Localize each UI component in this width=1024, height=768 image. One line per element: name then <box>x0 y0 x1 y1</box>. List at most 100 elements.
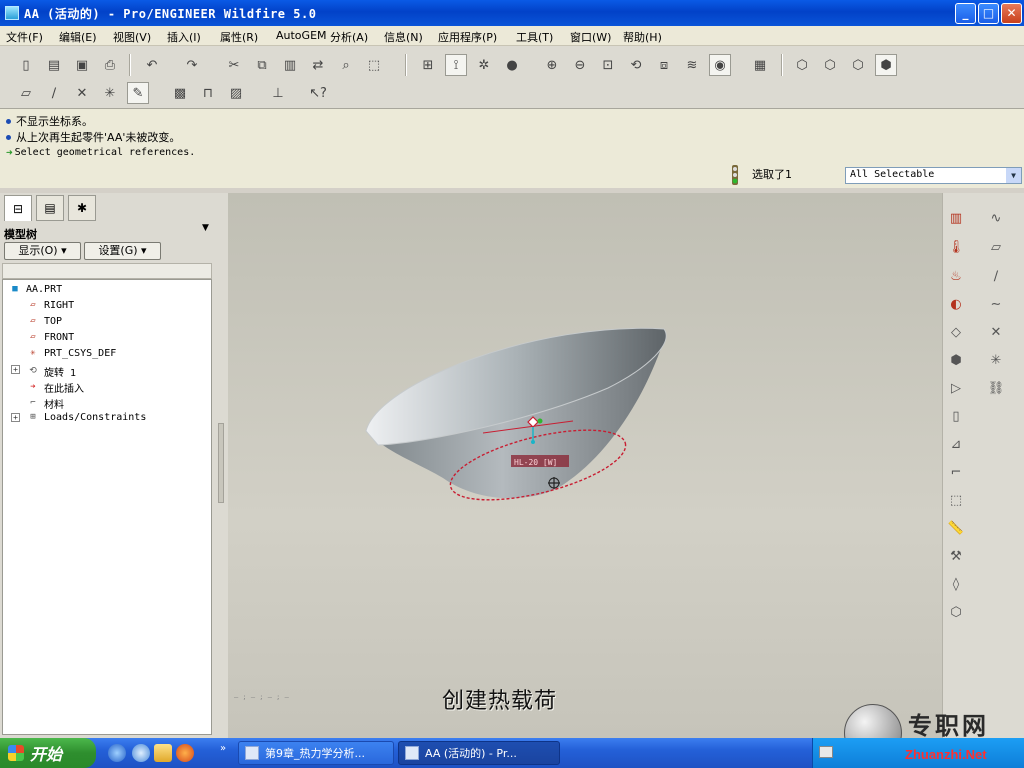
datum-axis-tool-icon[interactable]: ∕ <box>985 265 1007 287</box>
beam-icon[interactable]: ▷ <box>945 377 967 399</box>
menu-properties[interactable]: 属性(R) <box>220 29 258 45</box>
new-file-icon[interactable]: ▯ <box>15 54 37 76</box>
spring-icon[interactable]: ⊿ <box>945 433 967 455</box>
print-icon[interactable]: ⎙ <box>99 54 121 76</box>
tree-item-top[interactable]: ▱ TOP <box>27 316 62 327</box>
minimize-button[interactable]: _ <box>955 3 976 24</box>
shell-icon[interactable]: ◇ <box>945 321 967 343</box>
assembly-icon[interactable]: ⊓ <box>197 82 219 104</box>
menu-file[interactable]: 文件(F) <box>6 29 43 45</box>
material-assign-icon[interactable]: ⌐ <box>945 461 967 483</box>
tab-model-tree[interactable]: ⊟ <box>4 195 32 221</box>
tree-item-revolve[interactable]: + ⟲ 旋转 1 <box>11 364 76 379</box>
menu-applications[interactable]: 应用程序(P) <box>438 29 497 45</box>
sketch-tool-icon[interactable]: ✎ <box>127 82 149 104</box>
shaded-icon[interactable]: ⬢ <box>875 54 897 76</box>
zoom-in-icon[interactable]: ⊕ <box>541 54 563 76</box>
temperature-icon[interactable]: 🌡 <box>945 236 967 258</box>
menu-edit[interactable]: 编辑(E) <box>59 29 97 45</box>
tree-item-right[interactable]: ▱ RIGHT <box>27 300 74 311</box>
spin-center-icon[interactable]: ✲ <box>473 54 495 76</box>
datum-axis-tool-icon[interactable]: ∕ <box>43 82 65 104</box>
cut-icon[interactable]: ✂ <box>223 54 245 76</box>
tree-item-loads[interactable]: + ⊞ Loads/Constraints <box>11 412 146 423</box>
connection-icon[interactable]: ⬡ <box>945 601 967 623</box>
csys-tool-icon[interactable]: ✳ <box>99 82 121 104</box>
menu-insert[interactable]: 插入(I) <box>167 29 201 45</box>
zoom-out-icon[interactable]: ⊖ <box>569 54 591 76</box>
open-folder-icon[interactable]: ▤ <box>43 54 65 76</box>
reorient-icon[interactable]: ⟲ <box>625 54 647 76</box>
copy-icon[interactable]: ⧉ <box>251 54 273 76</box>
bowl-model[interactable] <box>228 193 942 738</box>
maximize-button[interactable]: □ <box>978 3 999 24</box>
paste-special-icon[interactable]: ⇄ <box>307 54 329 76</box>
task-button-proe[interactable]: AA (活动的) - Pr... <box>398 741 560 765</box>
panel-menu-icon[interactable]: ▼ <box>202 223 209 233</box>
save-icon[interactable]: ▣ <box>71 54 93 76</box>
menu-window[interactable]: 窗口(W) <box>570 29 611 45</box>
menu-autogem[interactable]: AutoGEM <box>276 29 327 42</box>
datum-plane-tool-icon[interactable]: ▱ <box>985 236 1007 258</box>
keyboard-icon[interactable] <box>819 746 833 758</box>
expand-icon[interactable]: + <box>11 365 20 374</box>
wireframe-icon[interactable]: ⬡ <box>791 54 813 76</box>
show-button[interactable]: 显示(O) ▾ <box>4 242 81 260</box>
tree-item-csys[interactable]: ✳ PRT_CSYS_DEF <box>27 348 116 359</box>
regenerate-icon[interactable]: ⊞ <box>417 54 439 76</box>
chain-icon[interactable]: ⛓ <box>985 377 1007 399</box>
menu-info[interactable]: 信息(N) <box>384 29 423 45</box>
menu-analysis[interactable]: 分析(A) <box>330 29 368 45</box>
selection-filter-select[interactable]: All Selectable ▼ <box>845 167 1022 184</box>
settings-button[interactable]: 设置(G) ▾ <box>84 242 161 260</box>
material-orientation-icon[interactable]: ⬚ <box>945 489 967 511</box>
datum-point-tool-icon[interactable]: ✕ <box>71 82 93 104</box>
graphics-viewport[interactable]: HL-20 [W] — ; — ; — ; — 创建热载荷 <box>228 193 942 738</box>
tab-folder-browser[interactable]: ▤ <box>36 195 64 221</box>
surface-region-icon[interactable]: ▯ <box>945 405 967 427</box>
title-bar[interactable]: AA (活动的) - Pro/ENGINEER Wildfire 5.0 _ □… <box>0 0 1024 26</box>
sketch-curve-icon[interactable]: ∼ <box>985 293 1007 315</box>
convection-icon[interactable]: ♨ <box>945 265 967 287</box>
menu-help[interactable]: 帮助(H) <box>623 29 662 45</box>
find-icon[interactable]: ⌕ <box>335 54 357 76</box>
layers-icon[interactable]: ≋ <box>681 54 703 76</box>
model-setup-icon[interactable]: ⊥ <box>267 82 289 104</box>
refit-icon[interactable]: ⊡ <box>597 54 619 76</box>
view-manager-icon[interactable]: ▦ <box>749 54 771 76</box>
tree-item-material[interactable]: ⌐ 材料 <box>27 396 64 411</box>
appearance-icon[interactable]: ◉ <box>709 54 731 76</box>
expand-icon[interactable]: + <box>11 413 20 422</box>
expand-chevron-icon[interactable]: » <box>220 743 226 754</box>
close-button[interactable]: ✕ <box>1001 3 1022 24</box>
datum-plane-tool-icon[interactable]: ▱ <box>15 82 37 104</box>
idealization-icon[interactable]: ◊ <box>945 573 967 595</box>
simulation-icon[interactable]: ⚒ <box>945 545 967 567</box>
radiation-icon[interactable]: ◐ <box>945 293 967 315</box>
browser-icon[interactable] <box>132 744 150 762</box>
folder-icon[interactable] <box>154 744 172 762</box>
task-button-chapter9[interactable]: 第9章_热力学分析... <box>238 741 394 765</box>
context-help-icon[interactable]: ↖? <box>307 82 329 104</box>
splitter-handle[interactable] <box>218 423 224 503</box>
datum-display-icon[interactable]: ⟟ <box>445 54 467 76</box>
datum-point-tool-icon[interactable]: ✕ <box>985 321 1007 343</box>
shading-icon[interactable]: ● <box>501 54 523 76</box>
paste-icon[interactable]: ▥ <box>279 54 301 76</box>
results-icon[interactable]: ▨ <box>225 82 247 104</box>
panel-splitter[interactable] <box>216 193 228 738</box>
heat-load-icon[interactable]: ▥ <box>945 207 967 229</box>
start-button[interactable]: 开始 <box>0 738 96 768</box>
curve-icon[interactable]: ∿ <box>985 207 1007 229</box>
measure-icon[interactable]: 📏 <box>945 517 967 539</box>
select-box-icon[interactable]: ⬚ <box>363 54 385 76</box>
undo-icon[interactable]: ↶ <box>141 54 163 76</box>
menu-tools[interactable]: 工具(T) <box>516 29 553 45</box>
volume-region-icon[interactable]: ⬢ <box>945 349 967 371</box>
hidden-line-icon[interactable]: ⬡ <box>819 54 841 76</box>
firefox-icon[interactable] <box>176 744 194 762</box>
mesh-icon[interactable]: ▩ <box>169 82 191 104</box>
saved-views-icon[interactable]: ⧈ <box>653 54 675 76</box>
tree-item-front[interactable]: ▱ FRONT <box>27 332 74 343</box>
tree-item-insert-here[interactable]: ➔ 在此插入 <box>27 380 84 395</box>
